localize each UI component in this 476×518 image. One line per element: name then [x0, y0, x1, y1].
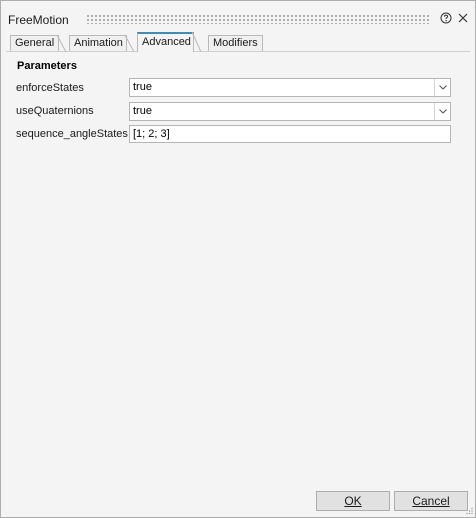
- tab-modifiers[interactable]: Modifiers: [208, 35, 263, 51]
- ok-button[interactable]: OK: [316, 491, 390, 511]
- sequence-angle-states-label: sequence_angleStates: [16, 128, 128, 140]
- tab-advanced[interactable]: Advanced: [137, 32, 202, 52]
- close-icon: [458, 13, 468, 23]
- resize-grip-icon[interactable]: [465, 507, 473, 515]
- chevron-down-icon: [438, 85, 447, 90]
- dropdown-arrow-button[interactable]: [434, 79, 450, 96]
- tab-label: Advanced: [142, 36, 191, 48]
- use-quaternions-label: useQuaternions: [16, 105, 94, 117]
- drag-grip[interactable]: [86, 14, 431, 24]
- tab-edge: [192, 32, 202, 52]
- tab-label: Modifiers: [213, 37, 258, 49]
- help-circle-icon: [440, 12, 452, 24]
- dropdown-value: true: [133, 105, 152, 117]
- freemotion-dialog: FreeMotion General Animation Advanced Mo…: [0, 0, 476, 518]
- title-bar[interactable]: FreeMotion: [1, 1, 475, 33]
- chevron-down-icon: [438, 109, 447, 114]
- enforce-states-dropdown[interactable]: true: [129, 78, 451, 97]
- dropdown-value: true: [133, 81, 152, 93]
- tab-edge: [125, 35, 135, 52]
- dropdown-arrow-button[interactable]: [434, 103, 450, 120]
- tab-animation[interactable]: Animation: [69, 35, 135, 52]
- tab-label: Animation: [74, 37, 123, 49]
- ok-button-label: OK: [344, 494, 362, 508]
- tab-label: General: [15, 37, 55, 49]
- tab-edge: [57, 35, 67, 52]
- cancel-button[interactable]: Cancel: [394, 491, 468, 511]
- sequence-angle-states-field[interactable]: [1; 2; 3]: [129, 125, 451, 143]
- tab-general[interactable]: General: [10, 35, 67, 52]
- parameters-heading: Parameters: [17, 60, 77, 72]
- window-title: FreeMotion: [8, 13, 69, 27]
- enforce-states-label: enforceStates: [16, 82, 84, 94]
- use-quaternions-dropdown[interactable]: true: [129, 102, 451, 121]
- tab-strip-baseline: [6, 51, 470, 52]
- cancel-button-label: Cancel: [412, 494, 450, 508]
- close-button[interactable]: [456, 11, 470, 25]
- help-button[interactable]: [439, 11, 453, 25]
